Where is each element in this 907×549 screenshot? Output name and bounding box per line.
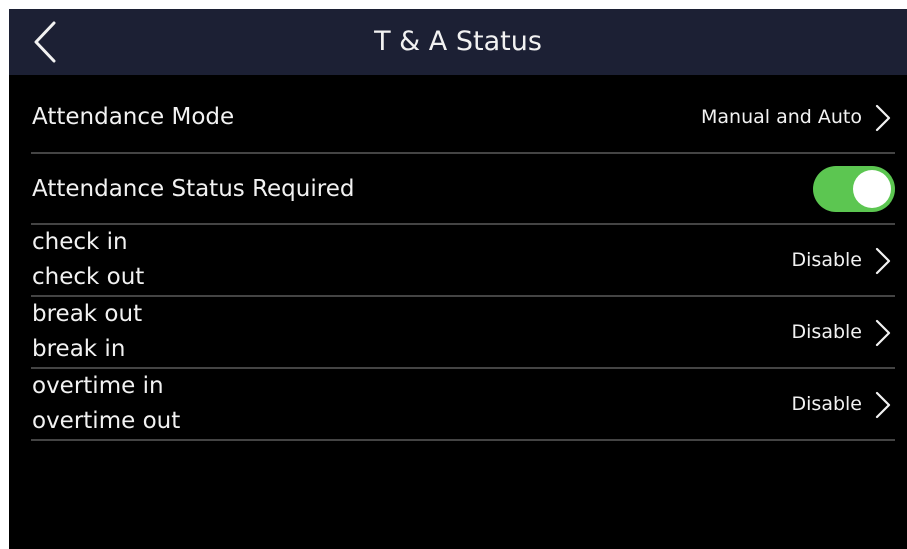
check-in-text: check in	[32, 229, 128, 255]
chevron-right-icon	[875, 247, 891, 275]
check-out-text: check out	[32, 264, 145, 290]
overtime-out-text: overtime out	[32, 408, 181, 434]
break-out-in-row[interactable]: break out break in Disable	[31, 297, 895, 369]
check-in-out-row[interactable]: check in check out Disable	[31, 225, 895, 297]
chevron-right-icon	[875, 104, 891, 132]
overtime-in-out-value: Disable	[791, 393, 862, 415]
status-required-row: Attendance Status Required	[31, 154, 895, 225]
attendance-mode-label: Attendance Mode	[32, 104, 235, 130]
break-out-in-value: Disable	[791, 321, 862, 343]
page-title: T & A Status	[374, 26, 542, 57]
chevron-right-icon	[875, 319, 891, 347]
break-out-text: break out	[32, 301, 143, 327]
ta-status-screen: T & A Status Attendance Mode Manual and …	[9, 9, 907, 549]
chevron-right-icon	[875, 391, 891, 419]
status-required-label: Attendance Status Required	[32, 176, 355, 202]
check-in-out-value: Disable	[791, 249, 862, 271]
break-out-in-label: break out break in	[32, 297, 142, 367]
status-required-toggle[interactable]	[813, 166, 895, 212]
attendance-mode-value: Manual and Auto	[701, 106, 862, 128]
toggle-knob	[853, 170, 891, 208]
settings-list: Attendance Mode Manual and Auto Attendan…	[31, 82, 895, 441]
attendance-mode-row[interactable]: Attendance Mode Manual and Auto	[31, 82, 895, 154]
check-in-out-label: check in check out	[32, 225, 144, 295]
header-bar: T & A Status	[9, 9, 907, 75]
break-in-text: break in	[32, 336, 126, 362]
overtime-in-out-label: overtime in overtime out	[32, 369, 180, 439]
overtime-in-out-row[interactable]: overtime in overtime out Disable	[31, 369, 895, 441]
overtime-in-text: overtime in	[32, 373, 164, 399]
